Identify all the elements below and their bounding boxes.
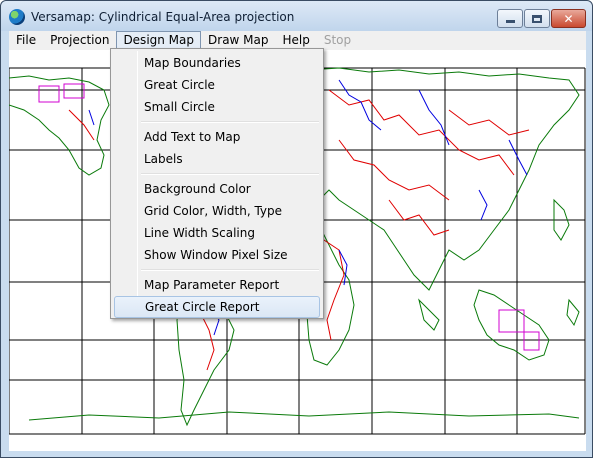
close-button[interactable]: ✕	[551, 9, 586, 28]
menu-item-labels[interactable]: Labels	[114, 148, 320, 170]
close-icon: ✕	[563, 11, 574, 26]
maximize-icon	[532, 14, 542, 23]
menu-item-great-circle-report[interactable]: Great Circle Report	[114, 296, 320, 318]
window-title: Versamap: Cylindrical Equal-Area project…	[31, 10, 295, 24]
menu-file[interactable]: File	[9, 31, 43, 50]
menu-separator	[141, 121, 319, 123]
menu-item-background-color[interactable]: Background Color	[114, 178, 320, 200]
menu-item-line-width-scaling[interactable]: Line Width Scaling	[114, 222, 320, 244]
maximize-button[interactable]	[524, 9, 550, 28]
menu-item-add-text[interactable]: Add Text to Map	[114, 126, 320, 148]
globe-icon	[9, 9, 25, 25]
design-map-dropdown: Map Boundaries Great Circle Small Circle…	[110, 48, 324, 319]
menu-item-grid-color[interactable]: Grid Color, Width, Type	[114, 200, 320, 222]
menu-item-map-boundaries[interactable]: Map Boundaries	[114, 52, 320, 74]
menu-separator	[141, 173, 319, 175]
app-window: Versamap: Cylindrical Equal-Area project…	[0, 0, 593, 458]
minimize-button[interactable]	[497, 9, 523, 28]
menu-projection[interactable]: Projection	[43, 31, 116, 50]
menu-separator	[141, 269, 319, 271]
title-bar[interactable]: Versamap: Cylindrical Equal-Area project…	[1, 1, 592, 31]
menu-item-small-circle[interactable]: Small Circle	[114, 96, 320, 118]
menu-item-great-circle[interactable]: Great Circle	[114, 74, 320, 96]
minimize-icon	[505, 20, 515, 23]
menu-item-map-parameter-report[interactable]: Map Parameter Report	[114, 274, 320, 296]
menu-item-show-pixel-size[interactable]: Show Window Pixel Size	[114, 244, 320, 266]
